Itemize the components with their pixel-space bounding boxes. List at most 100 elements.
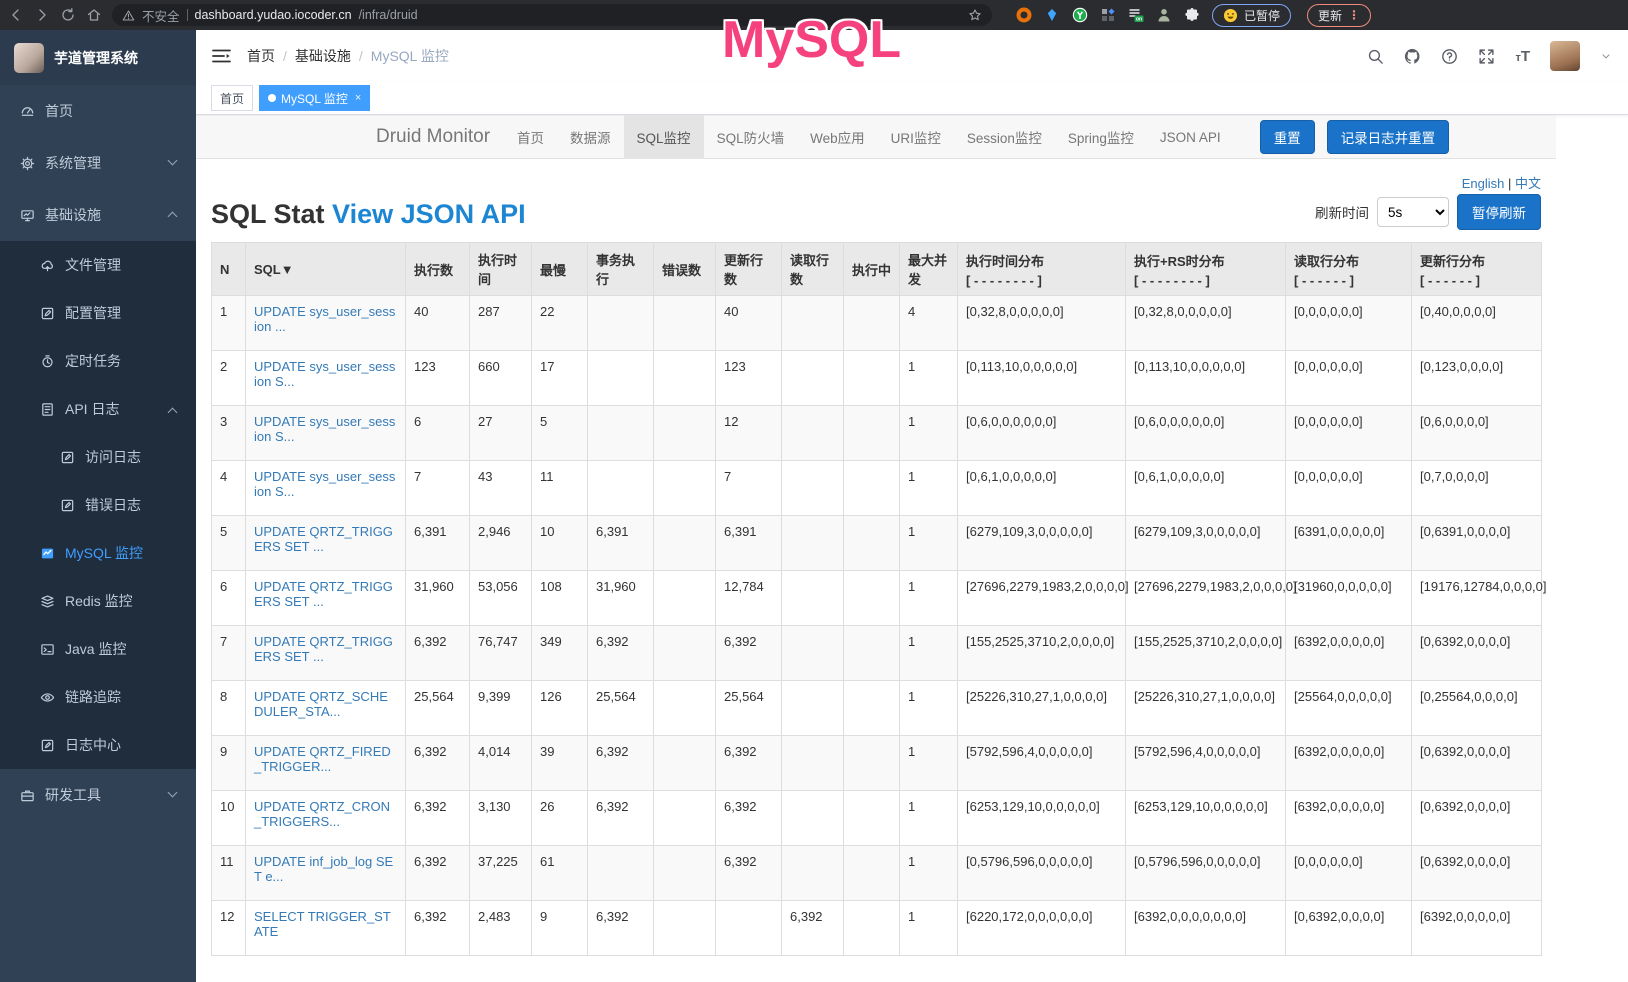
fullscreen-icon[interactable] [1478,48,1495,65]
table-header-n[interactable]: N [212,243,246,296]
extension-person-icon[interactable] [1156,7,1172,23]
breadcrumb-item-基础设施[interactable]: 基础设施 [295,46,351,66]
extension-y-circle-icon[interactable] [1072,7,1088,23]
table-header-读取行分布[interactable]: 读取行分布[ - - - - - - ] [1286,243,1412,296]
sidebar-item-访问日志[interactable]: 访问日志 [0,433,196,481]
extension-grid-icon[interactable] [1100,7,1116,23]
druid-navbar: Druid Monitor 首页数据源SQL监控SQL防火墙Web应用URI监控… [196,115,1556,159]
sidebar-item-api-日志[interactable]: API 日志 [0,385,196,433]
forward-icon[interactable] [34,7,50,23]
table-header-更新行数[interactable]: 更新行数 [716,243,782,296]
cell [654,461,716,516]
lang-chinese-link[interactable]: 中文 [1515,176,1541,191]
sidebar-item-研发工具[interactable]: 研发工具 [0,769,196,821]
sql-link[interactable]: UPDATE sys_user_session S... [254,469,395,499]
cell [844,406,900,461]
browser-menu-icon[interactable]: ⋮ [1348,8,1360,22]
hamburger-icon[interactable] [212,48,231,64]
druid-nav-sql监控[interactable]: SQL监控 [624,115,704,159]
view-json-api-link[interactable]: View JSON API [332,199,526,229]
cell: 12,784 [716,571,782,626]
sidebar-item-文件管理[interactable]: 文件管理 [0,241,196,289]
druid-nav-spring监控[interactable]: Spring监控 [1055,115,1147,159]
sidebar-item-label: 定时任务 [65,351,121,371]
cell: 6 [406,406,470,461]
sql-link[interactable]: UPDATE QRTZ_TRIGGERS SET ... [254,634,393,664]
paused-badge[interactable]: 已暂停 [1212,4,1291,27]
druid-nav-uri监控[interactable]: URI监控 [878,115,954,159]
extension-ring-icon[interactable] [1016,7,1032,23]
page-title: SQL Stat View JSON API [211,199,526,230]
druid-nav-首页[interactable]: 首页 [504,115,557,159]
sql-link[interactable]: UPDATE sys_user_session S... [254,359,395,389]
table-header-执行-rs时分布[interactable]: 执行+RS时分布[ - - - - - - - - ] [1126,243,1286,296]
sql-link[interactable]: UPDATE inf_job_log SET e... [254,854,393,884]
table-header-读取行数[interactable]: 读取行数 [782,243,844,296]
cell: 1 [900,901,958,956]
log-reset-button[interactable]: 记录日志并重置 [1327,120,1450,154]
cell: 31,960 [406,571,470,626]
sidebar-item-日志中心[interactable]: 日志中心 [0,721,196,769]
tag-首页[interactable]: 首页 [211,85,253,111]
extension-gem-icon[interactable] [1044,7,1060,23]
caret-down-icon[interactable] [1600,50,1612,62]
tag-mysql-监控[interactable]: MySQL 监控× [259,85,370,111]
table-header-最慢[interactable]: 最慢 [532,243,588,296]
top-navbar: 首页/基础设施/MySQL 监控 тT [196,30,1628,82]
home-icon[interactable] [86,7,102,23]
table-header-sql[interactable]: SQL▼ [246,243,406,296]
table-header-执行中[interactable]: 执行中 [844,243,900,296]
sidebar-item-链路追踪[interactable]: 链路追踪 [0,673,196,721]
back-icon[interactable] [8,7,24,23]
sidebar-item-错误日志[interactable]: 错误日志 [0,481,196,529]
sidebar-item-java-监控[interactable]: Java 监控 [0,625,196,673]
sidebar-item-配置管理[interactable]: 配置管理 [0,289,196,337]
search-icon[interactable] [1367,48,1384,65]
sql-link[interactable]: UPDATE QRTZ_FIRED_TRIGGER... [254,744,391,774]
lang-english-link[interactable]: English [1462,176,1505,191]
extensions-puzzle-icon[interactable] [1184,7,1200,23]
druid-nav-sql防火墙[interactable]: SQL防火墙 [704,115,798,159]
sql-link[interactable]: SELECT TRIGGER_STATE [254,909,391,939]
sql-link[interactable]: UPDATE QRTZ_SCHEDULER_STA... [254,689,388,719]
sql-link[interactable]: UPDATE QRTZ_TRIGGERS SET ... [254,524,393,554]
pause-refresh-button[interactable]: 暂停刷新 [1457,194,1541,230]
table-header-更新行分布[interactable]: 更新行分布[ - - - - - - ] [1412,243,1542,296]
sql-link[interactable]: UPDATE sys_user_session S... [254,414,395,444]
reload-icon[interactable] [60,7,76,23]
table-header-最大并发[interactable]: 最大并发 [900,243,958,296]
druid-nav-session监控[interactable]: Session监控 [954,115,1055,159]
update-button[interactable]: 更新 ⋮ [1307,4,1371,27]
github-icon[interactable] [1404,48,1421,65]
help-icon[interactable] [1441,48,1458,65]
table-header-执行时间[interactable]: 执行时间 [470,243,532,296]
reset-button[interactable]: 重置 [1260,120,1315,154]
cell: 123 [406,351,470,406]
table-header-错误数[interactable]: 错误数 [654,243,716,296]
table-header-执行数[interactable]: 执行数 [406,243,470,296]
table-header-执行时间分布[interactable]: 执行时间分布[ - - - - - - - - ] [958,243,1126,296]
sidebar-item-mysql-监控[interactable]: MySQL 监控 [0,529,196,577]
bookmark-star-icon[interactable] [968,8,982,22]
breadcrumb-item-首页[interactable]: 首页 [247,46,275,66]
infra-icon [20,208,35,223]
sql-link[interactable]: UPDATE QRTZ_TRIGGERS SET ... [254,579,393,609]
druid-nav-json-api[interactable]: JSON API [1147,115,1234,159]
sql-link[interactable]: UPDATE sys_user_session ... [254,304,395,334]
sidebar-item-基础设施[interactable]: 基础设施 [0,189,196,241]
sidebar-item-redis-监控[interactable]: Redis 监控 [0,577,196,625]
sidebar-item-系统管理[interactable]: 系统管理 [0,137,196,189]
druid-brand[interactable]: Druid Monitor [362,126,504,148]
sidebar-item-首页[interactable]: 首页 [0,85,196,137]
sql-link[interactable]: UPDATE QRTZ_CRON_TRIGGERS... [254,799,390,829]
user-avatar[interactable] [1550,41,1580,71]
extension-list-on-icon[interactable]: on [1128,7,1144,23]
breadcrumb: 首页/基础设施/MySQL 监控 [247,46,449,66]
sidebar-item-定时任务[interactable]: 定时任务 [0,337,196,385]
druid-nav-数据源[interactable]: 数据源 [557,115,624,159]
druid-nav-web应用[interactable]: Web应用 [797,115,878,159]
refresh-select[interactable]: 5s [1377,197,1449,227]
textsize-icon[interactable]: тT [1515,48,1530,65]
tag-close-icon[interactable]: × [355,92,361,104]
table-header-事务执行[interactable]: 事务执行 [588,243,654,296]
